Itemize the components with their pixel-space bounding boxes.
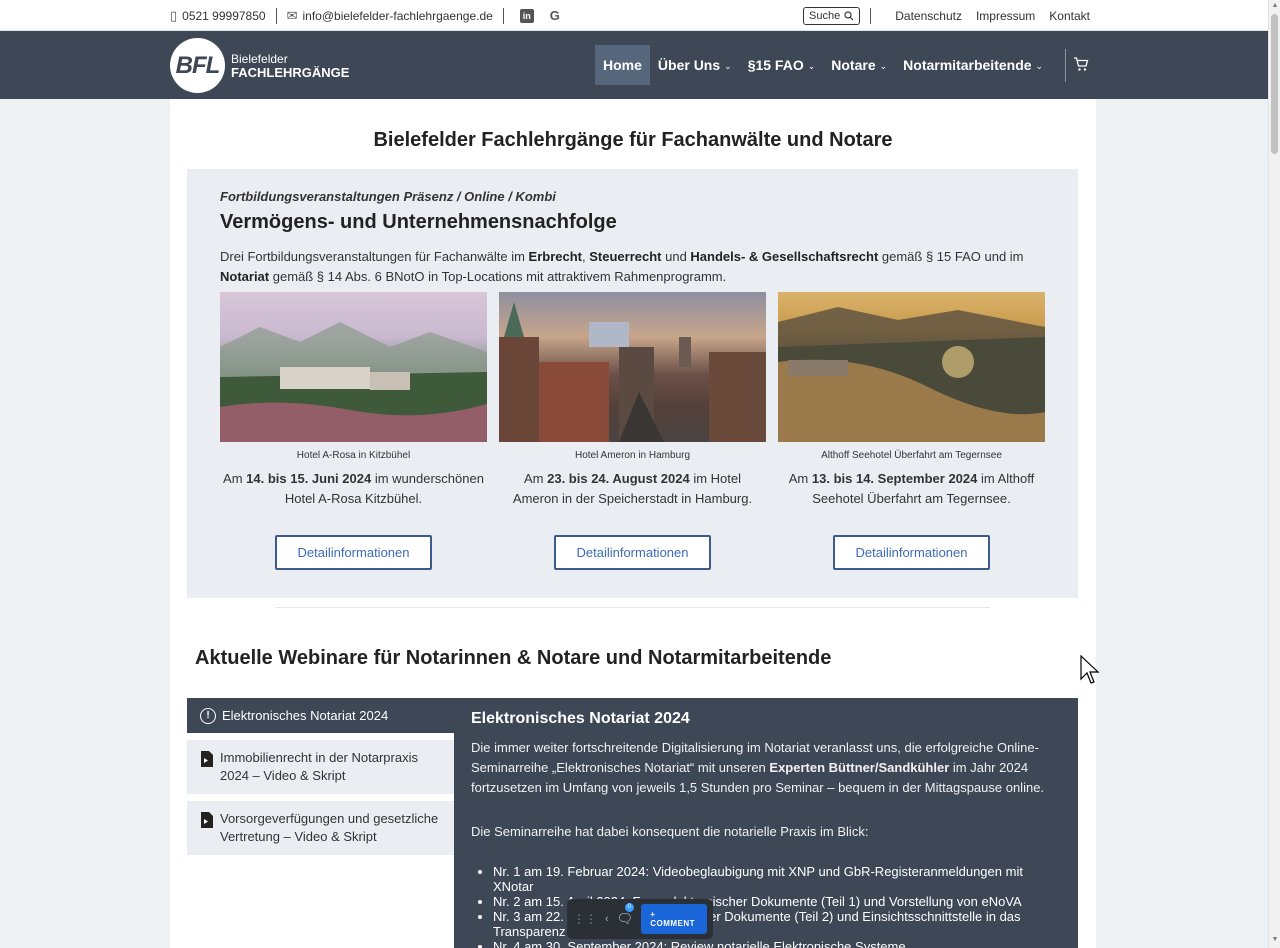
nav-home[interactable]: Home: [595, 45, 650, 85]
webinar-section-title: Aktuelle Webinare für Notarinnen & Notar…: [195, 647, 832, 669]
comment-bubble-icon[interactable]: 🗨 0: [617, 903, 634, 927]
event-card-kitzbuehel: Hotel A-Rosa in Kitzbühel Am 14. bis 15.…: [220, 292, 487, 570]
tab-vorsorgeverfuegungen[interactable]: Vorsorgeverfügungen und gesetzliche Vert…: [187, 801, 455, 855]
video-file-icon: [201, 812, 213, 828]
card-text: Am 23. bis 24. August 2024 im Hotel Amer…: [512, 471, 753, 506]
page-title: Bielefelder Fachlehrgänge für Fachanwält…: [373, 129, 893, 151]
panel-intro: Die immer weiter fortschreitende Digital…: [471, 740, 1045, 795]
phone-contact[interactable]: ▯ 0521 99997850: [170, 8, 266, 24]
phone-number: 0521 99997850: [182, 8, 266, 23]
card-caption: Hotel A-Rosa in Kitzbühel: [296, 450, 411, 461]
card-caption: Althoff Seehotel Überfahrt am Tegernsee: [821, 450, 1002, 461]
email-address: info@bielefelder-fachlehrgaenge.de: [302, 8, 493, 23]
site-header: BFL Bielefelder FACHLEHRGÄNGE Home Über …: [0, 31, 1268, 99]
card-text: Am 13. bis 14. September 2024 im Althoff…: [788, 471, 1035, 506]
list-item: Nr. 4 am 30. September 2024: Review nota…: [493, 939, 1061, 948]
chevron-down-icon: ⌄: [1035, 60, 1044, 71]
tab-label: Immobilienrecht in der Notarpraxis 2024 …: [220, 750, 418, 783]
envelope-icon: ✉: [286, 7, 298, 23]
divider: [502, 7, 504, 24]
section-divider: [275, 607, 990, 608]
alert-circle-icon: !: [200, 707, 216, 724]
chevron-down-icon: ⌄: [724, 60, 732, 71]
search-button[interactable]: Suche: [803, 6, 861, 25]
divider: [870, 7, 872, 24]
nav-ueber-uns[interactable]: Über Uns ⌄: [650, 45, 740, 85]
nav-label: Über Uns: [657, 57, 721, 73]
tab-label: Elektronisches Notariat 2024: [222, 707, 389, 723]
divider: [275, 7, 277, 24]
comment-toolbar: ⋮⋮ ‹ 🗨 0 + COMMENT: [567, 899, 713, 939]
link-datenschutz[interactable]: Datenschutz: [895, 9, 962, 23]
linkedin-icon[interactable]: in: [519, 8, 534, 23]
nav-label: Notarmitarbeitende: [903, 57, 1032, 73]
list-item: Nr. 1 am 19. Februar 2024: Videobeglaubi…: [493, 864, 1061, 894]
tab-label: Vorsorgeverfügungen und gesetzliche Vert…: [220, 811, 439, 844]
drag-handle-icon[interactable]: ⋮⋮: [573, 912, 597, 926]
tab-immobilienrecht[interactable]: Immobilienrecht in der Notarpraxis 2024 …: [187, 740, 455, 794]
chevron-down-icon: ⌄: [879, 60, 888, 71]
chevron-down-icon: ⌄: [807, 60, 816, 71]
mouse-cursor-icon: [1080, 655, 1100, 684]
hotel-photo: [499, 292, 766, 442]
phone-icon: ▯: [170, 7, 178, 23]
link-impressum[interactable]: Impressum: [976, 9, 1035, 23]
hero-description: Drei Fortbildungsveranstaltungen für Fac…: [220, 249, 1024, 284]
nav-label: Home: [603, 57, 642, 73]
webinar-panel: Elektronisches Notariat 2024 Die immer w…: [454, 698, 1078, 948]
details-button[interactable]: Detailinformationen: [275, 535, 432, 570]
search-icon: [844, 10, 854, 20]
cart-icon[interactable]: [1073, 57, 1089, 75]
chevron-left-icon[interactable]: ‹: [605, 913, 609, 925]
panel-title: Elektronisches Notariat 2024: [471, 710, 690, 727]
google-icon[interactable]: G: [548, 8, 562, 23]
event-card-tegernsee: Althoff Seehotel Überfahrt am Tegernsee …: [778, 292, 1045, 570]
scrollbar-thumb[interactable]: [1271, 14, 1278, 154]
nav-notarmitarbeitende[interactable]: Notarmitarbeitende ⌄: [895, 45, 1051, 85]
email-contact[interactable]: ✉ info@bielefelder-fachlehrgaenge.de: [287, 8, 493, 24]
hotel-photo: [220, 292, 487, 442]
card-text: Am 14. bis 15. Juni 2024 im wunderschöne…: [223, 471, 484, 506]
event-card-hamburg: Hotel Ameron in Hamburg Am 23. bis 24. A…: [499, 292, 766, 570]
hero-section: Fortbildungsveranstaltungen Präsenz / On…: [187, 169, 1078, 598]
main-nav: Home Über Uns ⌄ §15 FAO ⌄ Notare ⌄ Notarmit…: [595, 45, 1051, 85]
details-button[interactable]: Detailinformationen: [554, 535, 711, 570]
card-caption: Hotel Ameron in Hamburg: [574, 450, 691, 461]
site-logo[interactable]: BFL Bielefelder FACHLEHRGÄNGE: [170, 38, 349, 93]
nav-label: §15 FAO: [747, 57, 804, 73]
comment-count-badge: 0: [624, 903, 634, 912]
scroll-down-icon[interactable]: ▼: [1271, 936, 1279, 943]
nav-notare[interactable]: Notare ⌄: [823, 45, 895, 85]
logo-line-2: FACHLEHRGÄNGE: [231, 64, 350, 80]
page-content: Bielefelder Fachlehrgänge für Fachanwält…: [170, 99, 1096, 948]
hero-title: Vermögens- und Unternehmensnachfolge: [220, 211, 617, 233]
logo-mark: BFL: [170, 38, 225, 93]
link-kontakt[interactable]: Kontakt: [1049, 9, 1090, 23]
logo-line-1: Bielefelder: [231, 51, 288, 66]
search-label: Suche: [809, 9, 841, 22]
webinar-tabs: ! Elektronisches Notariat 2024 Immobilie…: [187, 698, 455, 862]
add-comment-button[interactable]: + COMMENT: [641, 904, 707, 934]
scroll-up-icon[interactable]: ▲: [1271, 2, 1279, 9]
nav-label: Notare: [831, 57, 876, 73]
social-links: in G: [519, 8, 562, 23]
nav-divider: [1065, 49, 1066, 82]
top-bar: ▯ 0521 99997850 ✉ info@bielefelder-fachl…: [0, 0, 1268, 31]
details-button[interactable]: Detailinformationen: [833, 535, 990, 570]
hotel-photo: [778, 292, 1045, 442]
hero-kicker: Fortbildungsveranstaltungen Präsenz / On…: [220, 189, 556, 204]
nav-15-fao[interactable]: §15 FAO ⌄: [740, 45, 824, 85]
seminar-list: Nr. 1 am 19. Februar 2024: Videobeglaubi…: [471, 864, 1061, 948]
page-scrollbar[interactable]: ▲ ▼: [1268, 0, 1280, 948]
tab-elektronisches-notariat[interactable]: ! Elektronisches Notariat 2024: [187, 698, 455, 733]
panel-lead: Die Seminarreihe hat dabei konsequent di…: [471, 824, 869, 839]
video-file-icon: [201, 751, 213, 767]
